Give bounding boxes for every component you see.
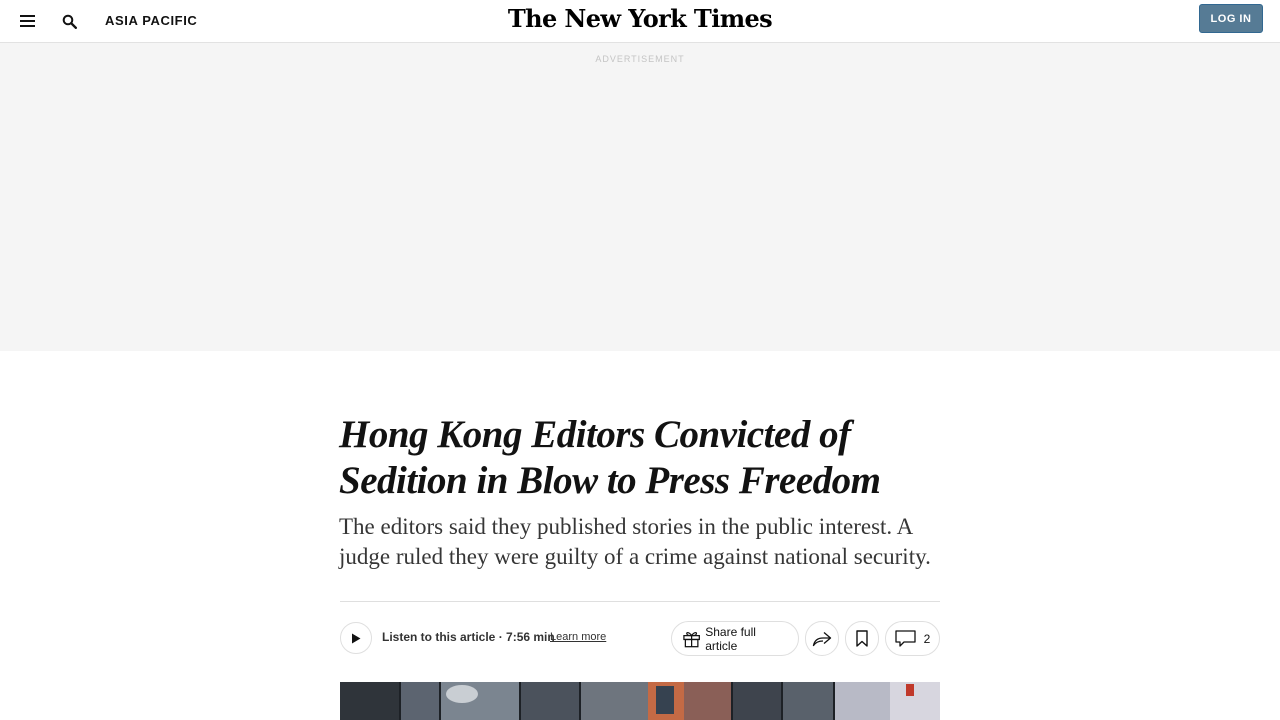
share-arrow-icon [812, 631, 832, 646]
advertisement-banner: ADVERTISEMENT [0, 43, 1280, 351]
listen-duration-text: Listen to this article · 7:56 min [382, 630, 555, 644]
photo-image [340, 682, 940, 720]
comment-count: 2 [923, 631, 931, 646]
divider [340, 601, 940, 602]
article-summary: The editors said they published stories … [339, 514, 931, 569]
gift-icon [683, 631, 700, 647]
play-audio-button[interactable] [340, 622, 372, 654]
save-bookmark-button[interactable] [845, 621, 879, 656]
bookmark-icon [856, 630, 868, 647]
menu-button[interactable] [14, 8, 40, 34]
share-full-article-button[interactable]: Share full article [671, 621, 799, 656]
play-icon [352, 633, 361, 643]
search-button[interactable] [56, 8, 82, 34]
login-button[interactable]: LOG IN [1199, 4, 1263, 33]
search-icon [62, 14, 77, 29]
comments-button[interactable]: 2 [885, 621, 940, 656]
advertisement-label: ADVERTISEMENT [595, 54, 685, 64]
article-lead-photo [340, 682, 940, 720]
menu-icon [19, 15, 35, 27]
share-button[interactable] [805, 621, 839, 656]
comment-icon [895, 630, 916, 647]
nyt-logo[interactable]: The New York Times [490, 4, 790, 33]
site-header: ASIA PACIFIC The New York Times LOG IN [0, 0, 1280, 43]
article-headline: Hong Kong Editors Convicted of Sedition … [339, 413, 881, 502]
share-full-article-label: Share full article [705, 624, 756, 653]
section-link-asia-pacific[interactable]: ASIA PACIFIC [105, 13, 197, 28]
learn-more-link[interactable]: Learn more [550, 631, 606, 643]
